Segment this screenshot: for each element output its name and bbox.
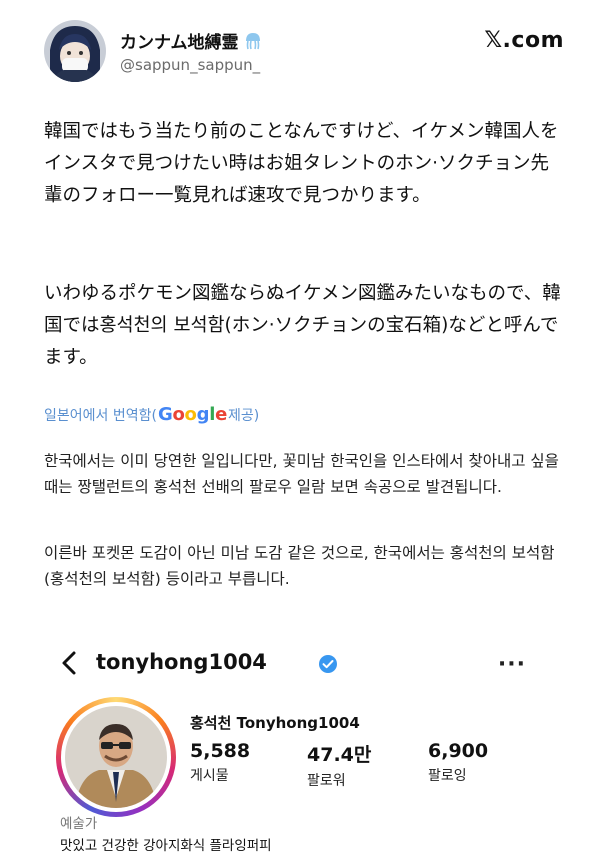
bio-category: 예술가 (60, 816, 98, 832)
instagram-profile-photo (65, 706, 167, 808)
google-logo: Google (157, 404, 227, 425)
x-com-logo: 𝕏.com (484, 28, 564, 53)
instagram-profile-header: tonyhong1004 ··· (56, 646, 536, 682)
verified-badge-icon (318, 654, 338, 674)
bio-text: 맛있고 건강한 강아지화식 플라잉퍼피 (60, 838, 272, 854)
stat-followers-label: 팔로워 (307, 773, 346, 789)
user-avatar[interactable] (44, 20, 106, 82)
stat-posts-label: 게시물 (190, 768, 229, 784)
stat-posts[interactable]: 5,588 게시물 (190, 740, 250, 785)
user-name[interactable]: カンナム地縛霊 (120, 28, 239, 53)
translation-attribution[interactable]: 일본어에서 번역함( Google 제공) (44, 404, 259, 425)
user-handle[interactable]: @sappun_sappun_ (120, 56, 260, 74)
stat-following[interactable]: 6,900 팔로잉 (428, 740, 488, 785)
stat-following-count: 6,900 (428, 740, 489, 762)
chevron-left-icon[interactable] (60, 650, 78, 676)
more-options-icon[interactable]: ··· (498, 652, 526, 677)
translation-paragraph-1: 한국에서는 이미 당연한 일입니다만, 꽃미남 한국인을 인스타에서 찾아내고 … (44, 452, 559, 496)
stat-followers[interactable]: 47.4만 팔로워 (307, 740, 371, 790)
stat-followers-count: 47.4만 (307, 744, 372, 766)
translation-suffix: 제공) (227, 407, 260, 424)
stat-posts-count: 5,588 (190, 740, 251, 762)
stat-following-label: 팔로잉 (428, 768, 467, 784)
tweet-paragraph-2: いわゆるポケモン図鑑ならぬイケメン図鑑みたいなもので、韓国では홍석천의 보석함(… (44, 283, 561, 368)
instagram-username: tonyhong1004 (96, 650, 267, 674)
tweet-header: カンナム地縛霊 @sappun_sappun_ 𝕏.com (44, 20, 564, 84)
translation-paragraph-2: 이른바 포켓몬 도감이 아닌 미남 도감 같은 것으로, 한국에서는 홍석천의 … (44, 544, 555, 588)
jellyfish-emoji-icon (243, 31, 263, 51)
instagram-story-ring[interactable] (56, 697, 176, 817)
translation-prefix: 일본어에서 번역함( (44, 407, 157, 424)
tweet-paragraph-1: 韓国ではもう当たり前のことなんですけど、イケメン韓国人をインスタで見つけたい時は… (44, 121, 559, 206)
instagram-display-name: 홍석천 Tonyhong1004 (190, 714, 360, 732)
